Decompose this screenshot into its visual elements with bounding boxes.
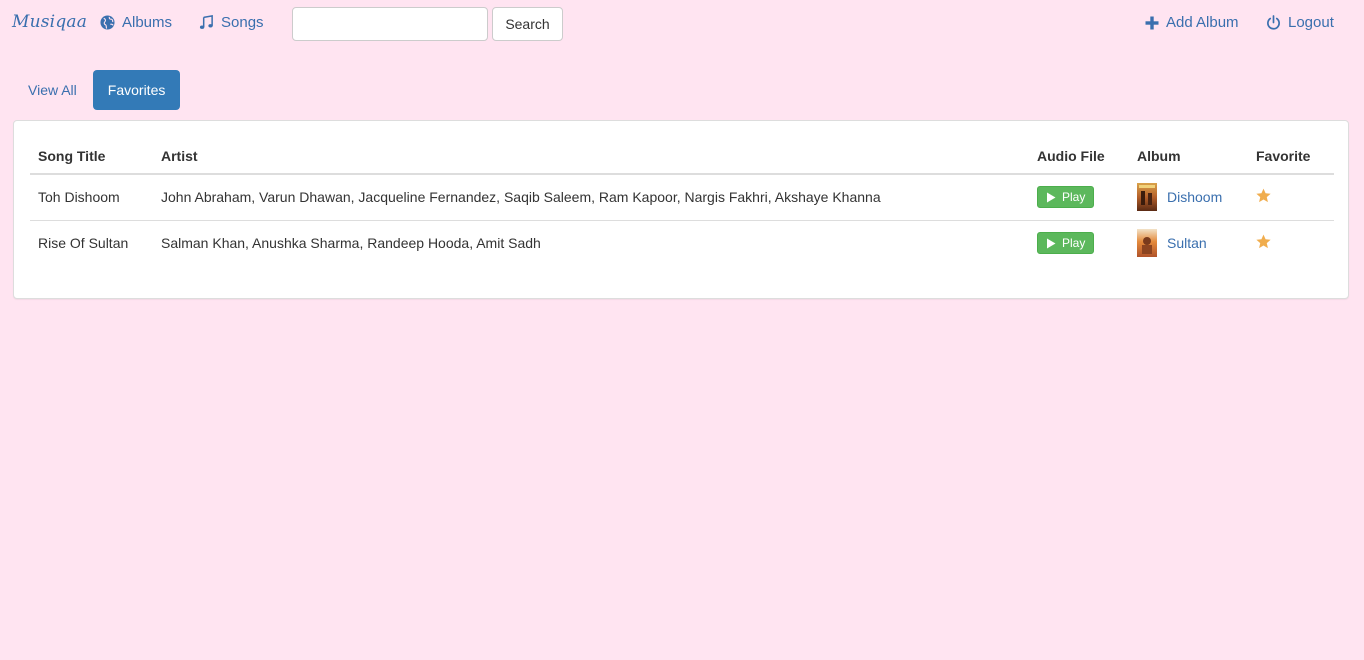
navbar: Musiqaa Albums Songs Search Add Album Lo… [0,0,1364,48]
songs-panel: Song Title Artist Audio File Album Favor… [13,120,1349,299]
songs-table: Song Title Artist Audio File Album Favor… [30,139,1334,266]
table-row: Toh Dishoom John Abraham, Varun Dhawan, … [30,174,1334,220]
header-album: Album [1129,139,1248,175]
header-favorite: Favorite [1248,139,1334,175]
logout-link[interactable]: Logout [1266,14,1334,31]
audio-cell: Play [1029,219,1129,266]
logout-label: Logout [1288,14,1334,31]
table-header-row: Song Title Artist Audio File Album Favor… [30,139,1334,175]
play-icon [1047,192,1056,203]
globe-icon [100,15,115,30]
album-link[interactable]: Sultan [1167,235,1207,251]
favorite-cell [1248,174,1334,220]
play-label: Play [1062,190,1086,205]
song-title: Toh Dishoom [38,189,120,206]
play-button[interactable]: Play [1037,186,1095,209]
nav-albums-link[interactable]: Albums [100,14,172,31]
brand-logo[interactable]: Musiqaa [12,12,87,32]
album-cover-thumbnail[interactable] [1137,229,1157,258]
tab-favorites[interactable]: Favorites [92,70,181,110]
power-icon [1267,15,1280,30]
add-album-link[interactable]: Add Album [1145,14,1239,31]
tab-view-all[interactable]: View All [14,70,91,110]
album-link[interactable]: Dishoom [1167,189,1222,205]
album-cover-thumbnail[interactable] [1137,183,1157,212]
music-note-icon [199,15,213,29]
album-cell: Sultan [1129,219,1248,266]
song-artist: Salman Khan, Anushka Sharma, Randeep Hoo… [153,219,1029,266]
song-title: Rise Of Sultan [30,219,153,266]
play-button[interactable]: Play [1037,232,1095,255]
filter-tabs: View All Favorites [14,70,182,110]
header-song-title: Song Title [30,139,153,175]
search-button[interactable]: Search [492,7,563,41]
header-audio-file: Audio File [1029,139,1129,175]
table-row: Rise Of Sultan Salman Khan, Anushka Shar… [30,219,1334,266]
star-icon[interactable] [1256,234,1271,249]
header-artist: Artist [153,139,1029,175]
add-album-label: Add Album [1166,14,1239,31]
play-label: Play [1062,236,1086,251]
favorite-cell [1248,219,1334,266]
album-cell: Dishoom [1129,174,1248,220]
song-artist: John Abraham, Varun Dhawan, Jacqueline F… [161,189,881,206]
nav-songs-label: Songs [221,14,264,31]
nav-albums-label: Albums [122,14,173,31]
audio-cell: Play [1029,174,1129,220]
plus-icon [1145,16,1159,29]
nav-songs-link[interactable]: Songs [199,14,264,31]
star-icon[interactable] [1256,188,1271,203]
search-input[interactable] [292,7,488,41]
play-icon [1047,238,1056,249]
